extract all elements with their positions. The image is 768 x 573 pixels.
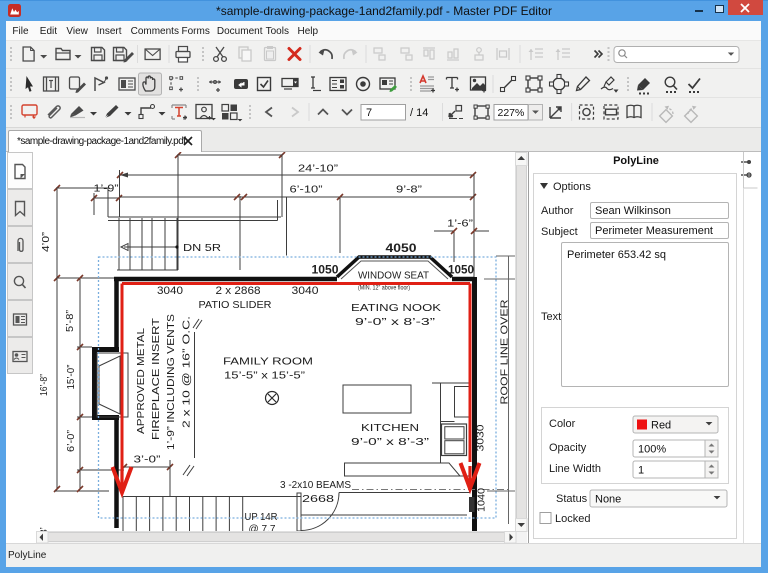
svg-text:100%: 100%: [638, 444, 666, 456]
svg-text:227%: 227%: [498, 107, 525, 119]
svg-text:1: 1: [638, 465, 644, 477]
svg-text:None: None: [595, 494, 621, 506]
svg-text:/ 14: / 14: [410, 107, 428, 119]
svg-text:Red: Red: [651, 420, 671, 432]
svg-text:7: 7: [366, 107, 372, 119]
